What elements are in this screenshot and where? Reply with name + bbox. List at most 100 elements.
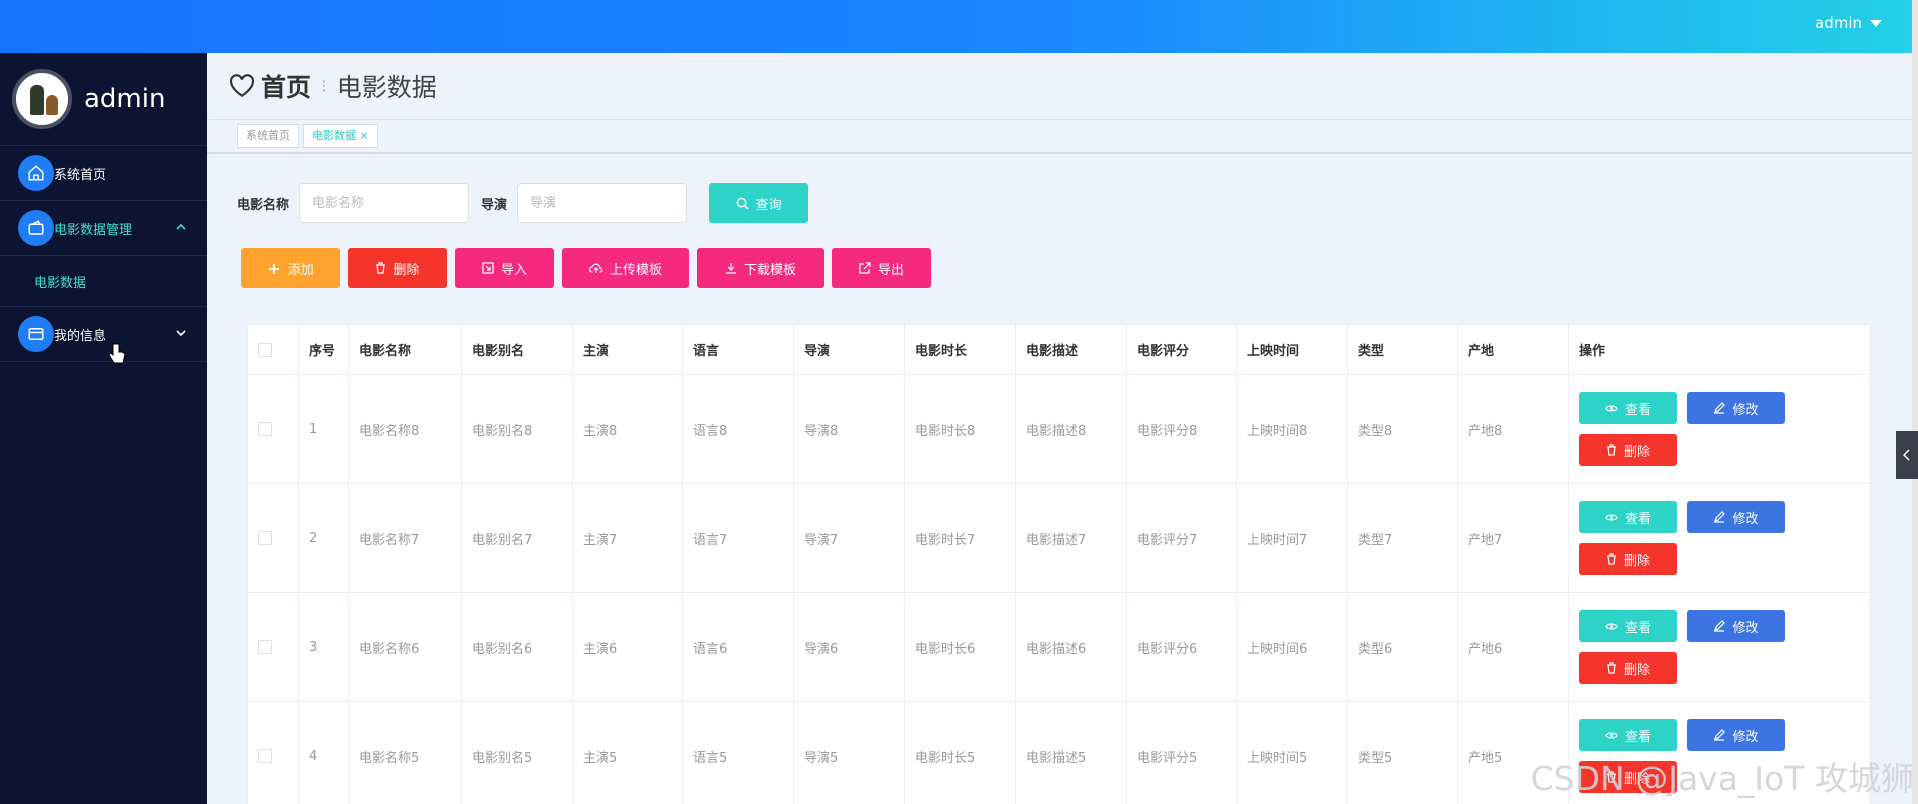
page-scrollbar[interactable] [1912, 0, 1918, 804]
row-select-cell[interactable] [247, 483, 299, 593]
edit-button[interactable]: 修改 [1687, 610, 1785, 642]
edit-button[interactable]: 修改 [1687, 719, 1785, 751]
delete-row-button[interactable]: 删除 [1579, 434, 1677, 466]
breadcrumb-home[interactable]: 首页 [261, 68, 311, 104]
table-cell: 类型7 [1347, 483, 1458, 593]
table-cell: 语言8 [682, 374, 794, 484]
edit-button[interactable]: 修改 [1687, 392, 1785, 424]
row-actions: 查看 修改 删除 [1568, 374, 1869, 484]
select-all-checkbox[interactable] [258, 342, 272, 357]
table-cell: 电影别名6 [461, 592, 573, 702]
director-label: 导演 [481, 197, 508, 213]
download-template-button[interactable]: 下载模板 [697, 248, 824, 288]
table-cell: 产地7 [1457, 483, 1569, 593]
table-cell: 类型6 [1347, 592, 1458, 702]
trash-icon [1606, 662, 1616, 674]
sidebar-item-home[interactable]: 系统首页 [0, 146, 207, 201]
eye-icon [1605, 405, 1618, 411]
table-cell: 类型5 [1347, 701, 1458, 804]
column-header: 类型 [1347, 324, 1458, 375]
export-button[interactable]: 导出 [832, 248, 931, 288]
trash-icon [376, 262, 386, 274]
row-actions: 查看 修改 删除 [1568, 483, 1869, 593]
edit-icon [1714, 729, 1726, 741]
movie-name-input[interactable] [299, 183, 470, 223]
table-cell: 语言7 [682, 483, 794, 593]
table-cell: 导演8 [793, 374, 905, 484]
table-cell: 电影描述5 [1015, 701, 1127, 804]
column-header: 电影名称 [348, 324, 462, 375]
table-cell: 主演6 [572, 592, 683, 702]
edit-icon [1714, 511, 1726, 523]
table-cell: 上映时间7 [1236, 483, 1348, 593]
delete-row-button[interactable]: 删除 [1579, 543, 1677, 575]
table-cell: 主演5 [572, 701, 683, 804]
table-cell: 语言6 [682, 592, 794, 702]
table-cell: 电影时长8 [904, 374, 1016, 484]
column-header: 电影评分 [1126, 324, 1237, 375]
table-cell: 语言5 [682, 701, 794, 804]
upload-template-button[interactable]: 上传模板 [562, 248, 689, 288]
sidebar-item-label: 我的信息 [54, 328, 107, 344]
sidebar-subitem-movie-data[interactable]: 电影数据 [0, 256, 207, 307]
table-cell: 电影评分8 [1126, 374, 1237, 484]
table-cell: 电影别名8 [461, 374, 573, 484]
column-header: 序号 [298, 324, 349, 375]
home-icon [18, 155, 54, 191]
delete-button[interactable]: 删除 [348, 248, 447, 288]
profile-name: admin [84, 84, 166, 114]
close-icon[interactable]: × [356, 129, 368, 142]
sidebar-item-label: 系统首页 [54, 167, 107, 183]
delete-row-button[interactable]: 删除 [1579, 652, 1677, 684]
tag-movie-data[interactable]: 电影数据 × [303, 124, 378, 148]
column-header: 导演 [793, 324, 905, 375]
view-button[interactable]: 查看 [1579, 392, 1677, 424]
table-cell: 电影描述8 [1015, 374, 1127, 484]
table-header-row: 序号 电影名称 电影别名 主演 语言 导演 电影时长 电影描述 电影评分 上映时… [247, 324, 1869, 375]
column-header: 语言 [682, 324, 794, 375]
row-select-cell[interactable] [247, 374, 299, 484]
table-cell: 电影描述6 [1015, 592, 1127, 702]
plus-icon: + [267, 258, 281, 278]
director-input[interactable] [517, 183, 688, 223]
table-cell: 电影评分7 [1126, 483, 1237, 593]
table-cell: 产地8 [1457, 374, 1569, 484]
import-button[interactable]: 导入 [455, 248, 554, 288]
user-menu[interactable]: admin [1815, 14, 1882, 32]
row-checkbox[interactable] [258, 749, 272, 763]
view-button[interactable]: 查看 [1579, 501, 1677, 533]
row-checkbox[interactable] [258, 531, 272, 545]
view-button[interactable]: 查看 [1579, 719, 1677, 751]
query-button[interactable]: 查询 [709, 183, 809, 223]
table-cell: 电影评分6 [1126, 592, 1237, 702]
row-select-cell[interactable] [247, 592, 299, 702]
table-cell: 1 [298, 374, 349, 484]
breadcrumb-separator: ⁝ [321, 75, 327, 97]
sidebar-item-movie-data-management[interactable]: 电影数据管理 [0, 201, 207, 256]
row-checkbox[interactable] [258, 640, 272, 654]
view-button[interactable]: 查看 [1579, 610, 1677, 642]
select-all-cell[interactable] [247, 324, 299, 375]
collapse-panel-button[interactable] [1896, 431, 1918, 479]
table-cell: 上映时间6 [1236, 592, 1348, 702]
row-select-cell[interactable] [247, 701, 299, 804]
search-icon [736, 197, 749, 210]
sidebar-item-my-info[interactable]: 我的信息 [0, 307, 207, 362]
row-checkbox[interactable] [258, 422, 272, 436]
data-table: 序号 电影名称 电影别名 主演 语言 导演 电影时长 电影描述 电影评分 上映时… [247, 324, 1869, 804]
tag-home[interactable]: 系统首页 [237, 124, 299, 148]
edit-button[interactable]: 修改 [1687, 501, 1785, 533]
table-cell: 电影别名5 [461, 701, 573, 804]
caret-down-icon [1870, 19, 1882, 27]
wallet-icon [18, 210, 54, 246]
table-cell: 电影名称5 [348, 701, 462, 804]
table-cell: 电影别名7 [461, 483, 573, 593]
table-cell: 电影评分5 [1126, 701, 1237, 804]
hand-cursor-icon [108, 343, 126, 364]
table-row: 3 电影名称6 电影别名6 主演6 语言6 导演6 电影时长6 电影描述6 电影评分6 上映时间6… [247, 592, 1869, 702]
eye-icon [1605, 623, 1618, 629]
chevron-left-icon [1903, 449, 1910, 461]
username: admin [1815, 14, 1862, 32]
trash-icon [1606, 553, 1616, 565]
add-button[interactable]: + 添加 [241, 248, 340, 288]
